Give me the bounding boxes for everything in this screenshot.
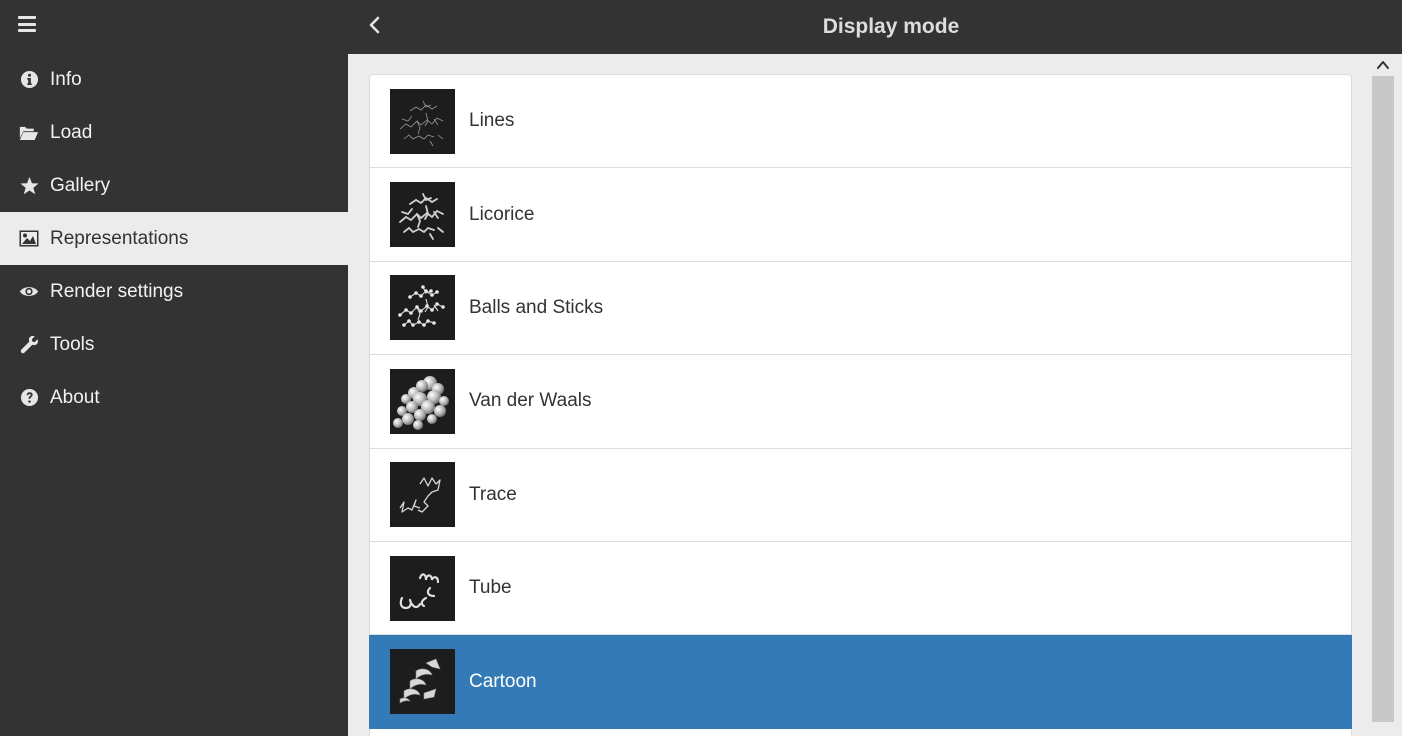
display-mode-label: Van der Waals — [469, 390, 592, 412]
sidebar-item-render-settings[interactable]: Render settings — [0, 265, 348, 318]
display-mode-item-balls-and-sticks[interactable]: Balls and Sticks — [370, 262, 1351, 356]
sidebar-nav: Info Load Gallery Representations Render… — [0, 53, 348, 424]
sidebar-item-label: Info — [50, 68, 82, 90]
tube-thumbnail-icon — [390, 555, 455, 621]
sidebar-item-label: Gallery — [50, 174, 111, 196]
sidebar-item-label: Load — [50, 121, 93, 143]
sidebar-item-about[interactable]: About — [0, 371, 348, 424]
wrench-icon — [19, 335, 39, 355]
display-mode-item-lines[interactable]: Lines — [370, 75, 1351, 169]
picture-icon — [19, 229, 39, 249]
top-bar: Display mode — [348, 0, 1402, 54]
balls-and-sticks-thumbnail-icon — [390, 275, 455, 341]
display-mode-list: Lines Licorice Balls and Sticks Van der … — [369, 74, 1352, 736]
folder-open-icon — [19, 123, 39, 143]
sidebar-item-info[interactable]: Info — [0, 53, 348, 106]
sidebar-item-tools[interactable]: Tools — [0, 318, 348, 371]
sidebar-item-label: Tools — [50, 333, 95, 355]
sidebar: Info Load Gallery Representations Render… — [0, 0, 348, 736]
scrollbar-thumb[interactable] — [1372, 76, 1394, 722]
display-mode-item-next[interactable] — [370, 729, 1351, 736]
sidebar-item-label: Representations — [50, 227, 189, 249]
display-mode-item-licorice[interactable]: Licorice — [370, 168, 1351, 262]
sidebar-item-gallery[interactable]: Gallery — [0, 159, 348, 212]
van-der-waals-thumbnail-icon — [390, 368, 455, 434]
trace-thumbnail-icon — [390, 462, 455, 528]
display-mode-item-trace[interactable]: Trace — [370, 449, 1351, 542]
display-mode-item-tube[interactable]: Tube — [370, 542, 1351, 636]
display-mode-label: Lines — [469, 110, 515, 132]
licorice-thumbnail-icon — [390, 182, 455, 248]
eye-icon — [19, 282, 39, 302]
star-icon — [19, 176, 39, 196]
cartoon-thumbnail-icon — [390, 649, 455, 715]
scroll-up-chevron-icon[interactable] — [1376, 58, 1390, 70]
display-mode-label: Cartoon — [469, 670, 537, 692]
display-mode-label: Balls and Sticks — [469, 296, 604, 318]
display-mode-item-van-der-waals[interactable]: Van der Waals — [370, 355, 1351, 449]
sidebar-item-label: Render settings — [50, 280, 184, 302]
display-mode-label: Trace — [469, 483, 517, 505]
display-mode-label: Licorice — [469, 203, 535, 225]
page-title: Display mode — [822, 15, 960, 38]
scrollbar-edge — [1394, 54, 1402, 736]
lines-thumbnail-icon — [390, 88, 455, 154]
display-mode-item-cartoon[interactable]: Cartoon — [369, 635, 1352, 729]
display-mode-label: Tube — [469, 577, 512, 599]
sidebar-item-label: About — [50, 386, 100, 408]
info-circle-icon — [19, 70, 39, 90]
question-circle-icon — [19, 388, 39, 408]
sidebar-item-representations[interactable]: Representations — [0, 212, 348, 265]
hamburger-menu-icon[interactable] — [18, 16, 36, 32]
sidebar-item-load[interactable]: Load — [0, 106, 348, 159]
display-mode-panel: Lines Licorice Balls and Sticks Van der … — [348, 54, 1402, 736]
vertical-scrollbar[interactable] — [1372, 54, 1394, 736]
